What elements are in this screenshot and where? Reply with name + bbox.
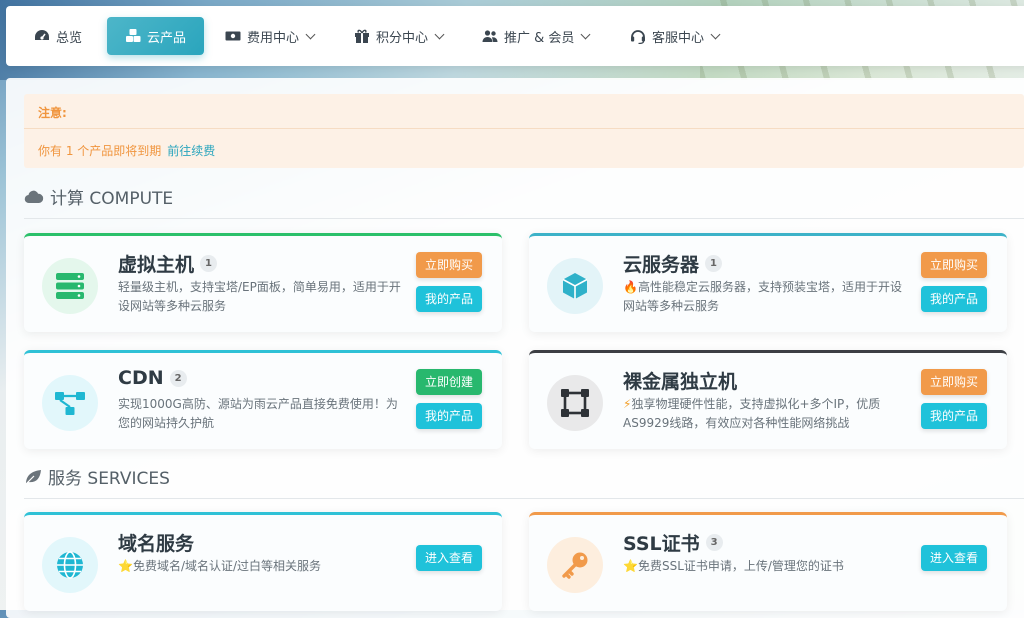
key-icon bbox=[562, 552, 588, 579]
card-title: CDN 2 bbox=[118, 367, 187, 389]
fire-icon: 🔥 bbox=[623, 280, 638, 294]
nav-item-points[interactable]: 积分中心 bbox=[354, 17, 445, 55]
card-cloud-server: 云服务器 1 🔥高性能稳定云服务器，支持预装宝塔，适用于开设网站等多种云服务 立即… bbox=[529, 233, 1007, 332]
card-icon-wrap bbox=[547, 258, 603, 314]
cloud-icon bbox=[24, 190, 44, 203]
nav-item-support[interactable]: 客服中心 bbox=[630, 17, 721, 55]
card-virtual-host: 虚拟主机 1 轻量级主机，支持宝塔/EP面板，简单易用，适用于开设网站等多种云服务… bbox=[24, 233, 502, 332]
card-title-text: 云服务器 bbox=[623, 254, 700, 276]
expiry-notice: 注意: 你有 1 个产品即将到期 前往续费 bbox=[24, 94, 1024, 168]
leaf-icon bbox=[25, 469, 41, 484]
card-title: 域名服务 bbox=[118, 533, 195, 555]
chevron-down-icon bbox=[580, 29, 591, 39]
gift-icon bbox=[355, 29, 369, 43]
card-bare-metal: 裸金属独立机 ⚡独享物理硬件性能，支持虚拟化+多个IP，优质AS9929线路，有… bbox=[529, 350, 1007, 449]
notice-title: 注意: bbox=[38, 106, 67, 120]
nav-label: 云产品 bbox=[147, 30, 187, 46]
notice-text: 你有 1 个产品即将到期 bbox=[38, 144, 162, 158]
my-products-button[interactable]: 我的产品 bbox=[921, 286, 987, 312]
card-desc: ⭐免费SSL证书申请，上传/管理您的证书 bbox=[623, 557, 911, 576]
card-desc: ⚡独享物理硬件性能，支持虚拟化+多个IP，优质AS9929线路，有效应对各种性能… bbox=[623, 395, 911, 433]
card-desc: 实现1000G高防、源站为雨云产品直接免费使用！为您的网站持久护航 bbox=[118, 397, 398, 430]
card-title: SSL证书 3 bbox=[623, 529, 723, 556]
top-nav: 总览 云产品 费用中心 积分中心 推广 & 会员 客服中心 bbox=[6, 6, 1024, 66]
users-icon bbox=[482, 30, 498, 42]
headset-icon bbox=[631, 30, 645, 44]
count-badge: 1 bbox=[705, 255, 723, 272]
card-title: 云服务器 1 bbox=[623, 250, 723, 277]
card-domain: 域名服务 ⭐免费域名/域名认证/过白等相关服务 进入查看 bbox=[24, 512, 502, 611]
network-icon bbox=[55, 392, 85, 415]
card-desc: 🔥高性能稳定云服务器，支持预装宝塔，适用于开设网站等多种云服务 bbox=[623, 278, 911, 316]
nav-label: 总览 bbox=[56, 30, 83, 46]
section-label: 服务 SERVICES bbox=[48, 469, 170, 489]
view-button[interactable]: 进入查看 bbox=[921, 545, 987, 571]
buy-now-button[interactable]: 立即购买 bbox=[921, 369, 987, 395]
section-title-services: 服务 SERVICES bbox=[24, 464, 170, 489]
star-icon: ⭐ bbox=[118, 559, 133, 573]
chevron-down-icon bbox=[710, 29, 721, 39]
card-title: 裸金属独立机 bbox=[623, 371, 738, 393]
card-icon-wrap bbox=[42, 375, 98, 431]
card-icon-wrap bbox=[42, 258, 98, 314]
cubes-icon bbox=[126, 29, 141, 42]
my-products-button[interactable]: 我的产品 bbox=[416, 286, 482, 312]
card-icon-wrap bbox=[547, 537, 603, 593]
nav-label: 费用中心 bbox=[247, 30, 300, 46]
globe-icon bbox=[57, 551, 83, 579]
card-desc-text: 独享物理硬件性能，支持虚拟化+多个IP，优质AS9929线路，有效应对各种性能网… bbox=[623, 397, 881, 430]
notice-divider bbox=[24, 128, 1024, 129]
nav-item-cloud-products[interactable]: 云产品 bbox=[107, 17, 205, 55]
count-badge: 3 bbox=[705, 534, 723, 551]
count-badge: 1 bbox=[200, 255, 218, 272]
nav-label: 客服中心 bbox=[652, 30, 705, 46]
card-desc-text: 高性能稳定云服务器，支持预装宝塔，适用于开设网站等多种云服务 bbox=[623, 280, 902, 313]
dashboard-icon bbox=[35, 30, 49, 40]
section-divider bbox=[24, 218, 1024, 219]
card-title-text: SSL证书 bbox=[623, 533, 700, 555]
card-desc-text: 免费SSL证书申请，上传/管理您的证书 bbox=[637, 559, 844, 573]
nav-item-promotion[interactable]: 推广 & 会员 bbox=[482, 17, 591, 55]
card-title-text: 虚拟主机 bbox=[118, 254, 195, 276]
star-icon: ⭐ bbox=[623, 559, 638, 573]
cube-icon bbox=[562, 273, 588, 299]
card-cdn: CDN 2 实现1000G高防、源站为雨云产品直接免费使用！为您的网站持久护航 立… bbox=[24, 350, 502, 449]
buy-now-button[interactable]: 立即购买 bbox=[416, 252, 482, 278]
count-badge: 2 bbox=[169, 369, 187, 387]
nav-item-billing[interactable]: 费用中心 bbox=[225, 17, 316, 55]
view-button[interactable]: 进入查看 bbox=[416, 545, 482, 571]
nav-label: 推广 & 会员 bbox=[504, 30, 575, 46]
card-desc: 轻量级主机，支持宝塔/EP面板，简单易用，适用于开设网站等多种云服务 bbox=[118, 280, 401, 313]
nav-label: 积分中心 bbox=[376, 30, 429, 46]
card-ssl: SSL证书 3 ⭐免费SSL证书申请，上传/管理您的证书 进入查看 bbox=[529, 512, 1007, 611]
card-desc: ⭐免费域名/域名认证/过白等相关服务 bbox=[118, 557, 406, 576]
vector-square-icon bbox=[561, 389, 589, 417]
server-icon bbox=[56, 273, 84, 299]
money-icon bbox=[225, 31, 241, 41]
section-label: 计算 COMPUTE bbox=[50, 189, 174, 209]
my-products-button[interactable]: 我的产品 bbox=[921, 403, 987, 429]
renew-link[interactable]: 前往续费 bbox=[167, 144, 215, 158]
card-title: 虚拟主机 1 bbox=[118, 250, 218, 277]
card-desc-text: 免费域名/域名认证/过白等相关服务 bbox=[132, 559, 322, 573]
create-now-button[interactable]: 立即创建 bbox=[416, 369, 482, 395]
section-title-compute: 计算 COMPUTE bbox=[24, 184, 173, 209]
nav-item-overview[interactable]: 总览 bbox=[34, 17, 82, 55]
notice-body: 你有 1 个产品即将到期 前往续费 bbox=[38, 142, 215, 159]
my-products-button[interactable]: 我的产品 bbox=[416, 403, 482, 429]
buy-now-button[interactable]: 立即购买 bbox=[921, 252, 987, 278]
card-icon-wrap bbox=[42, 537, 98, 593]
section-divider bbox=[24, 498, 1024, 499]
chevron-down-icon bbox=[305, 29, 316, 39]
chevron-down-icon bbox=[434, 29, 445, 39]
main-panel: 注意: 你有 1 个产品即将到期 前往续费 计算 COMPUTE 虚拟主机 1 轻量… bbox=[6, 78, 1024, 618]
card-icon-wrap bbox=[547, 375, 603, 431]
card-title-text: CDN bbox=[118, 367, 164, 389]
